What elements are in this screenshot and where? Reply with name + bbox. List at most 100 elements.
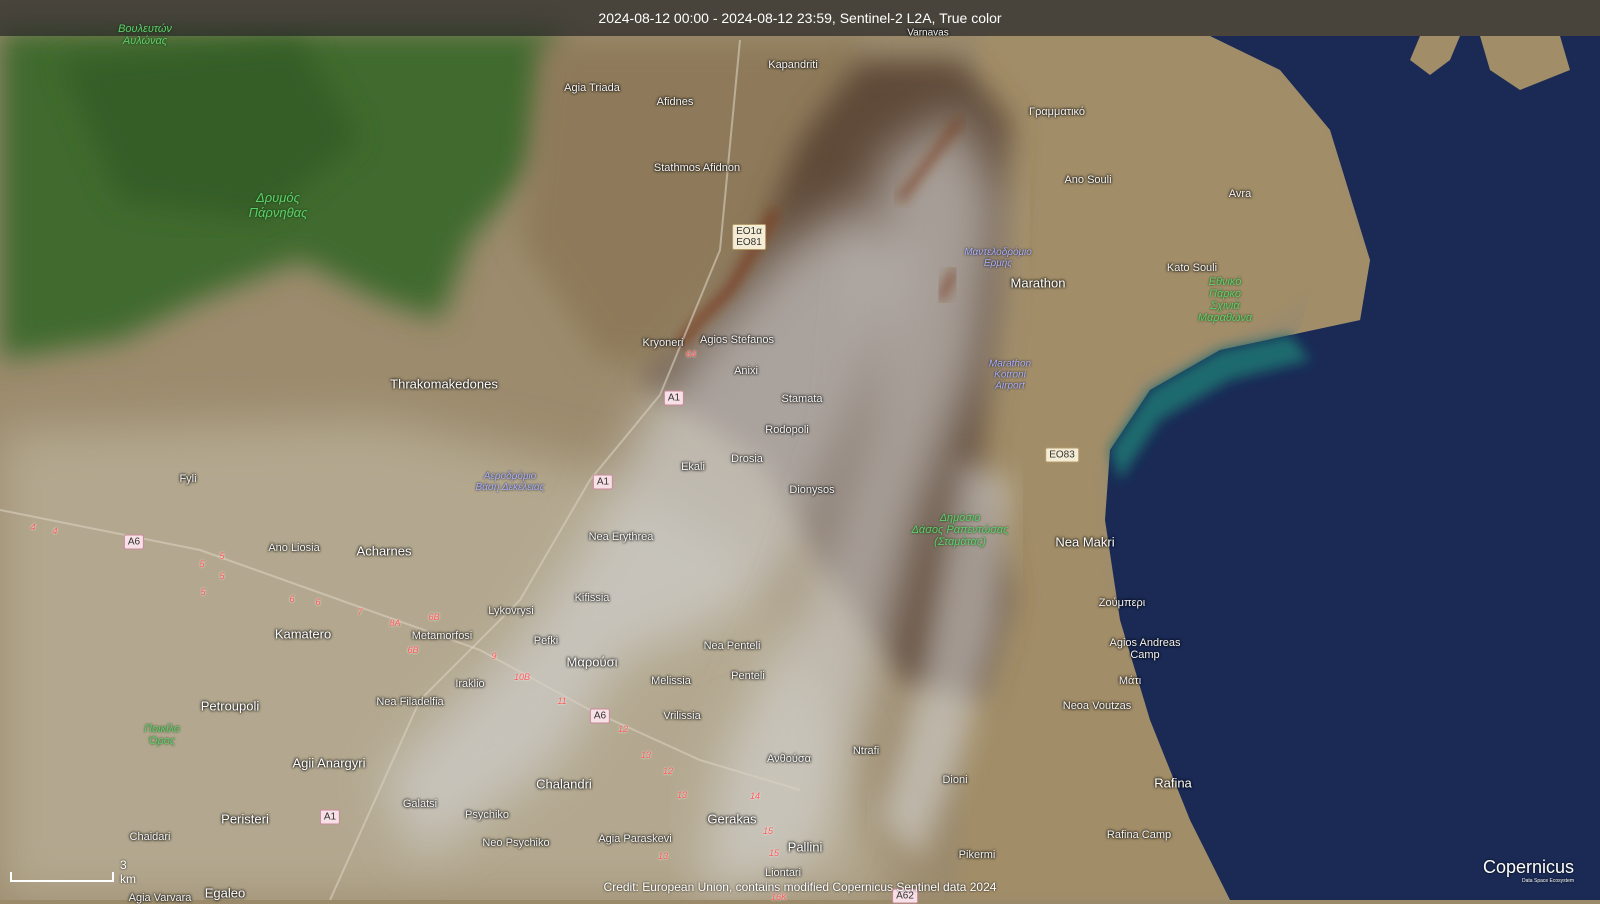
exit-number: 12 (662, 766, 674, 776)
place-label: Μάτι (1118, 675, 1142, 687)
road-shield: A6 (589, 708, 611, 724)
place-label: Nea Erythrea (588, 531, 654, 543)
place-label: Metamorfosi (411, 630, 473, 642)
place-label: Kapandriti (768, 59, 818, 71)
place-label: Kryoneri (642, 337, 684, 349)
place-label: Afidnes (656, 96, 694, 108)
road-shield: EO1α EO81 (732, 224, 766, 250)
exit-number: 10B (513, 672, 531, 682)
exit-number: 4 (30, 522, 36, 532)
place-label: Fyli (179, 473, 197, 485)
exit-number: 14 (749, 791, 761, 801)
place-label: Lykovrysi (488, 605, 534, 617)
exit-number: 6 (315, 597, 321, 607)
road-shield: A1 (319, 809, 341, 825)
road-shield: EO83 (1045, 447, 1079, 463)
exit-number: 11 (557, 696, 567, 706)
place-label: Pallini (787, 839, 823, 855)
place-label: Neoa Voutzas (1062, 700, 1132, 712)
map-title: 2024-08-12 00:00 - 2024-08-12 23:59, Sen… (598, 10, 1002, 26)
place-label: Stathmos Afidnon (653, 162, 741, 174)
road-shield: A6 (123, 534, 145, 550)
place-label: Kato Souli (1166, 262, 1218, 274)
place-label: Dioni (942, 774, 968, 786)
exit-number: 6 (289, 594, 295, 604)
place-label: Dionysos (789, 484, 835, 496)
park-label: Δρυμός Πάρνηθας (248, 190, 308, 220)
place-label: Peristeri (221, 811, 269, 827)
logo-subtext: Data Space Ecosystem (1522, 878, 1574, 884)
place-label: Ano Liosia (268, 542, 320, 554)
exit-number: 9 (491, 651, 497, 661)
exit-number: 12 (617, 724, 629, 734)
place-label: Liontari (764, 867, 802, 879)
place-label: Γραμματικό (1029, 106, 1085, 118)
place-label: Neo Psychiko (482, 837, 550, 849)
place-label: Chalandri (536, 776, 592, 792)
place-label: Ανθούσα (766, 753, 812, 765)
place-label: Vrilissia (663, 710, 701, 722)
copernicus-logo: Copernicus Data Space Ecosystem (1483, 857, 1574, 884)
exit-number: 5 (199, 559, 205, 569)
place-label: Nea Makri (1055, 534, 1115, 550)
place-label: Acharnes (356, 543, 412, 559)
place-label: Agia Triada (564, 82, 620, 94)
road-shield: A1 (592, 474, 614, 490)
place-label: Thrakomakedones (390, 376, 498, 392)
exit-number: 5 (219, 551, 225, 561)
place-label: Agios Stefanos (700, 334, 774, 346)
exit-number: 13 (676, 790, 688, 800)
place-label: Pikermi (958, 849, 996, 861)
place-label: Ekali (681, 461, 705, 473)
exit-number: 64 (685, 349, 697, 359)
exit-number: 5 (200, 587, 206, 597)
place-label: Rafina Camp (1106, 829, 1172, 841)
place-label: Ntrafi (852, 745, 880, 757)
poi-label: Marathon Kotroni Airport (988, 358, 1032, 392)
place-label: Agios Andreas Camp (1109, 637, 1181, 661)
place-label: Stamata (781, 393, 823, 405)
place-label: Chaidari (129, 831, 171, 843)
place-label: Ano Souli (1064, 174, 1112, 186)
place-label: Petroupoli (200, 698, 260, 714)
place-label: Galatsi (402, 798, 438, 810)
exit-number: 13 (640, 750, 652, 760)
place-label: Penteli (731, 670, 765, 682)
exit-number: 7 (357, 607, 363, 617)
place-label: Avra (1228, 188, 1252, 200)
place-label: Kamatero (274, 626, 332, 642)
park-label: Δημόσιο Δάσος Ραπεντώσας (Σταμάτας) (911, 512, 1009, 548)
logo-text: Copernicus (1482, 857, 1574, 877)
exit-number: 4 (52, 526, 58, 536)
place-label: Rodopoli (765, 424, 809, 436)
poi-label: Αεροδρόμιο Βάση Δεκέλειας (475, 471, 545, 493)
park-label: Εθνικό Πάρκο Σχινιά Μαραθώνα (1197, 276, 1253, 324)
exit-number: 8A (389, 618, 401, 628)
place-label: Agia Paraskevi (598, 833, 672, 845)
place-label: Kifissia (574, 592, 610, 604)
credit-text: Credit: European Union, contains modifie… (603, 880, 997, 894)
place-label: Drosia (731, 453, 763, 465)
place-label: Gerakas (707, 811, 757, 827)
satellite-map[interactable] (0, 0, 1600, 900)
park-label: Ποικίλο Όρος (144, 723, 180, 747)
exit-number: 6B (407, 645, 419, 655)
place-label: Melissia (651, 675, 691, 687)
place-label: Iraklio (455, 678, 485, 690)
park-label: Βουλευτών Αυλώνας (118, 23, 172, 47)
place-label: Varnavas (907, 27, 949, 39)
exit-number: 5 (219, 571, 225, 581)
place-label: Marathon (1010, 275, 1066, 291)
place-label: Ζούμπερι (1098, 597, 1146, 609)
place-label: Psychiko (464, 809, 510, 821)
place-label: Nea Filadelfia (376, 696, 444, 708)
map-title-bar: 2024-08-12 00:00 - 2024-08-12 23:59, Sen… (0, 0, 1600, 36)
exit-number: 13 (657, 851, 669, 861)
road-shield: A1 (663, 390, 685, 406)
place-label: Rafina (1154, 775, 1192, 791)
exit-number: 15 (762, 826, 774, 836)
poi-label: Μαντελοδρόμιο Ερμής (964, 247, 1032, 269)
place-label: Anixi (734, 365, 758, 377)
place-label: Agii Anargyri (292, 755, 366, 771)
exit-number: 6B (428, 612, 440, 622)
